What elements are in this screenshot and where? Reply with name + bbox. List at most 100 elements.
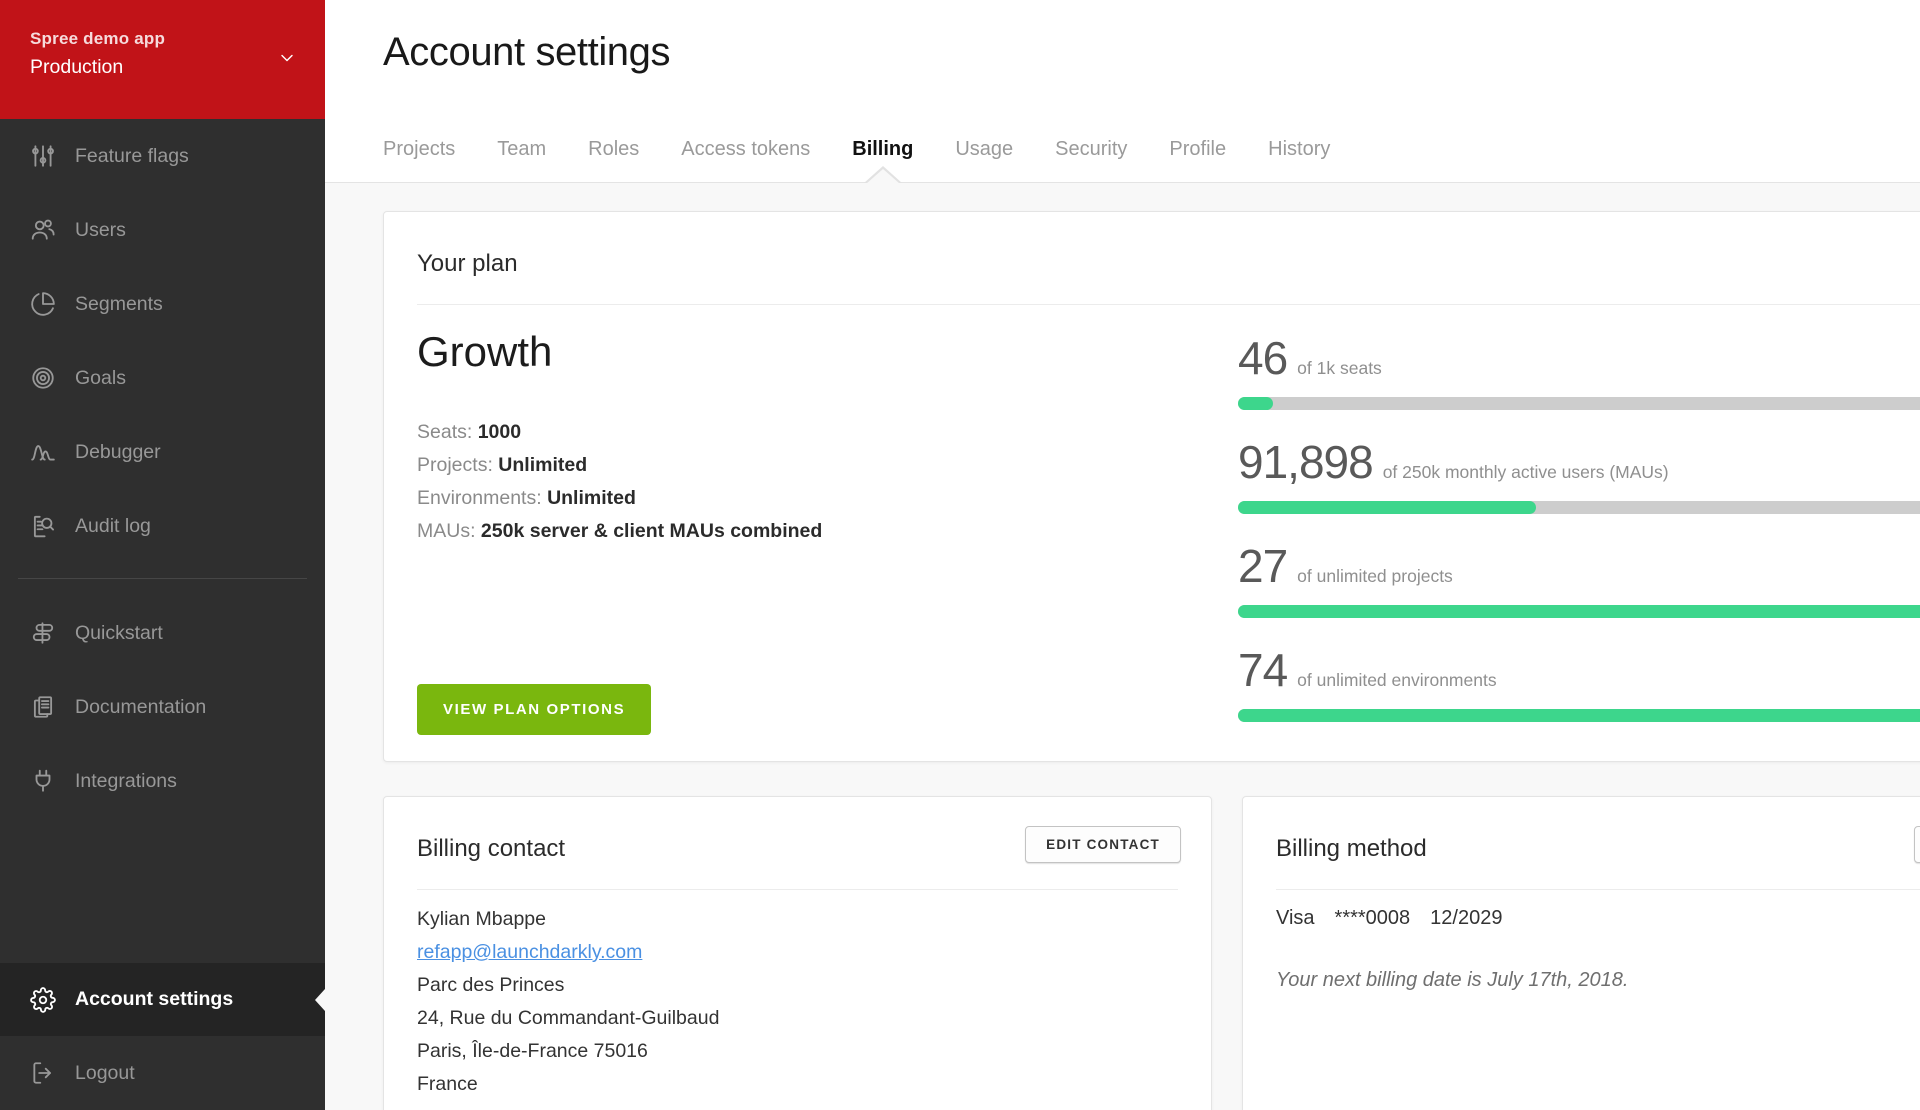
sidebar-item-label: Account settings — [75, 988, 233, 1011]
plug-icon — [30, 768, 56, 794]
progress-bar-fill — [1238, 709, 1920, 722]
plan-detail-label: MAUs: — [417, 520, 481, 542]
progress-bar-track — [1238, 709, 1920, 722]
billing-contact-details: Kylian Mbappe refapp@launchdarkly.com Parc… — [417, 903, 719, 1101]
card-expiry: 12/2029 — [1430, 907, 1502, 930]
sidebar-item-label: Quickstart — [75, 622, 163, 645]
tab-security[interactable]: Security — [1055, 138, 1127, 161]
progress-bar-track — [1238, 605, 1920, 618]
plan-detail-label: Projects: — [417, 454, 498, 476]
sidebar-divider — [18, 578, 307, 579]
tab-team[interactable]: Team — [497, 138, 546, 161]
edit-contact-button[interactable]: EDIT CONTACT — [1025, 826, 1181, 863]
usage-meter-of-unlimited-projects: 27of unlimited projects — [1238, 539, 1920, 593]
sidebar-item-users[interactable]: Users — [0, 193, 325, 267]
logout-icon — [30, 1060, 56, 1086]
sidebar-item-label: Goals — [75, 367, 126, 390]
project-name: Spree demo app — [30, 29, 165, 49]
sidebar-item-logout[interactable]: Logout — [0, 1036, 325, 1110]
plan-detail-line: Seats: 1000 — [417, 416, 822, 449]
plan-detail-line: MAUs: 250k server & client MAUs combined — [417, 515, 822, 548]
signpost-icon — [30, 620, 56, 646]
tab-profile[interactable]: Profile — [1169, 138, 1226, 161]
usage-meter-of-1k-seats: 46 of 1k seats — [1238, 331, 1920, 385]
your-plan-card: Your plan Growth Seats: 1000Projects: Un… — [383, 211, 1920, 762]
meter-value: 91,898 — [1238, 435, 1373, 489]
sidebar-item-goals[interactable]: Goals — [0, 341, 325, 415]
meter-value: 46 — [1238, 331, 1287, 385]
sidebar-item-documentation[interactable]: Documentation — [0, 670, 325, 744]
progress-bar-track — [1238, 501, 1920, 514]
sidebar-item-label: Feature flags — [75, 145, 189, 168]
plan-detail-value: 250k server & client MAUs combined — [481, 520, 822, 542]
meter-value: 74 — [1238, 643, 1287, 697]
plan-name: Growth — [417, 328, 552, 376]
tab-projects[interactable]: Projects — [383, 138, 455, 161]
plan-details: Seats: 1000Projects: UnlimitedEnvironmen… — [417, 416, 822, 548]
meter-head: 91,898of 250k monthly active users (MAUs… — [1238, 435, 1920, 489]
tab-bar-border — [325, 182, 1920, 183]
users-icon — [30, 217, 56, 243]
sliders-icon — [30, 143, 56, 169]
meter-head: 46 of 1k seats — [1238, 331, 1920, 385]
active-item-notch — [315, 989, 325, 1011]
environment-name: Production — [30, 56, 123, 79]
contact-address-line: Parc des Princes — [417, 969, 719, 1002]
meter-head: 74 of unlimited environments — [1238, 643, 1920, 697]
plan-detail-value: Unlimited — [498, 454, 587, 476]
plan-detail-label: Environments: — [417, 487, 547, 509]
pie-chart-icon — [30, 291, 56, 317]
contact-address-line: France — [417, 1068, 719, 1101]
sidebar-item-audit-log[interactable]: Audit log — [0, 489, 325, 563]
sidebar-item-feature-flags[interactable]: Feature flags — [0, 119, 325, 193]
billing-method-title: Billing method — [1276, 835, 1427, 863]
contact-address-line: 24, Rue du Commandant-Guilbaud — [417, 1002, 719, 1035]
sidebar-item-label: Users — [75, 219, 126, 242]
contact-address-line: Paris, Île-de-France 75016 — [417, 1035, 719, 1068]
plan-detail-value: 1000 — [478, 421, 521, 443]
usage-meters: 46 of 1k seats 91,898of 250k monthly activ… — [1238, 212, 1920, 761]
card-type: Visa — [1276, 907, 1315, 930]
plan-detail-line: Projects: Unlimited — [417, 449, 822, 482]
sidebar-item-integrations[interactable]: Integrations — [0, 744, 325, 818]
progress-bar-fill — [1238, 397, 1273, 410]
progress-bar-fill — [1238, 501, 1536, 514]
sidebar-nav-secondary: Quickstart Documentation Integrations — [0, 596, 325, 818]
sidebar-item-label: Integrations — [75, 770, 177, 793]
edit-method-button[interactable] — [1914, 826, 1920, 863]
contact-email-line: refapp@launchdarkly.com — [417, 936, 719, 969]
meter-label: of 1k seats — [1297, 358, 1382, 379]
meter-label: of unlimited environments — [1297, 670, 1496, 691]
tab-billing[interactable]: Billing — [852, 138, 913, 161]
contact-email-link[interactable]: refapp@launchdarkly.com — [417, 941, 642, 963]
tab-bar: Projects Team Roles Access tokens Billing Usa… — [383, 138, 1330, 161]
project-switcher[interactable]: Spree demo app Production — [0, 0, 325, 119]
book-icon — [30, 694, 56, 720]
sidebar-item-label: Documentation — [75, 696, 206, 719]
tab-history[interactable]: History — [1268, 138, 1330, 161]
meter-value: 27 — [1238, 539, 1287, 593]
app-window: Spree demo app Production Feature flags U… — [0, 0, 1920, 1110]
contact-name: Kylian Mbappe — [417, 903, 719, 936]
plan-detail-label: Seats: — [417, 421, 478, 443]
sidebar-nav-primary: Feature flags Users Segments Goals DebuggerA… — [0, 119, 325, 563]
plan-detail-value: Unlimited — [547, 487, 636, 509]
sidebar-item-quickstart[interactable]: Quickstart — [0, 596, 325, 670]
sidebar: Spree demo app Production Feature flags U… — [0, 0, 325, 1110]
target-icon — [30, 365, 56, 391]
usage-meter-of-unlimited-environments: 74 of unlimited environments — [1238, 643, 1920, 697]
tab-roles[interactable]: Roles — [588, 138, 639, 161]
sidebar-item-label: Segments — [75, 293, 163, 316]
sidebar-item-segments[interactable]: Segments — [0, 267, 325, 341]
tab-access-tokens[interactable]: Access tokens — [681, 138, 810, 161]
active-tab-notch-fill — [866, 169, 900, 184]
waveform-icon — [30, 439, 56, 465]
tab-usage[interactable]: Usage — [955, 138, 1013, 161]
sidebar-item-account-settings[interactable]: Account settings — [0, 963, 325, 1036]
plan-detail-line: Environments: Unlimited — [417, 482, 822, 515]
main-content: Account settings ProjectsTeamRolesAccess… — [325, 0, 1920, 1110]
sidebar-item-debugger[interactable]: Debugger — [0, 415, 325, 489]
plan-card-title: Your plan — [417, 250, 518, 278]
progress-bar-track — [1238, 397, 1920, 410]
view-plan-options-button[interactable]: VIEW PLAN OPTIONS — [417, 684, 651, 735]
